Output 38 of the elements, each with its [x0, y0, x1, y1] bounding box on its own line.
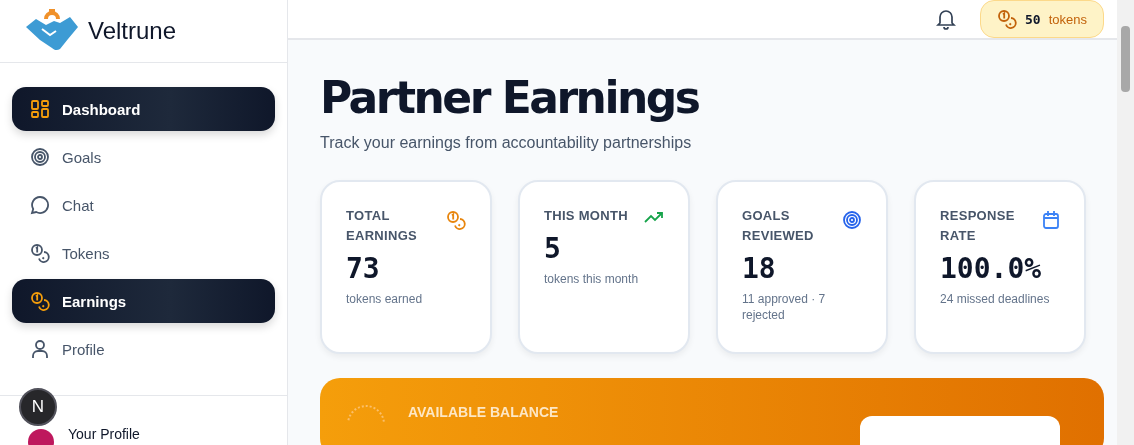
coins-icon	[997, 9, 1018, 29]
stat-label: RESPONSE RATE	[940, 207, 1016, 245]
target-icon	[842, 210, 862, 230]
coins-icon	[446, 210, 466, 230]
user-icon	[30, 339, 50, 359]
balance-label: AVAILABLE BALANCE	[408, 404, 559, 420]
nav-item[interactable]: Earnings	[12, 279, 275, 323]
notification-bell-icon[interactable]	[936, 8, 957, 30]
brand-name: Veltrune	[88, 17, 177, 45]
stat-label: GOALS REVIEWED	[742, 207, 815, 245]
dashboard-icon	[30, 99, 50, 119]
nav-item[interactable]: Profile	[12, 327, 275, 371]
scrollbar[interactable]	[1117, 0, 1134, 445]
dev-indicator-button[interactable]: N	[19, 388, 57, 426]
stat-value: 73	[346, 252, 381, 285]
chat-icon	[30, 195, 50, 215]
nav-item[interactable]: Goals	[12, 135, 275, 179]
page-title: Partner Earnings	[320, 71, 700, 125]
stat-note: 24 missed deadlines	[940, 291, 1051, 307]
stat-value: 100.0%	[940, 252, 1043, 285]
trend-up-icon	[644, 210, 664, 224]
stat-value: 5	[544, 232, 562, 265]
nav-item[interactable]: Tokens	[12, 231, 275, 275]
target-icon	[30, 147, 50, 167]
stat-label: TOTAL EARNINGS	[346, 207, 419, 245]
calendar-icon	[1042, 210, 1060, 230]
stat-note: tokens this month	[544, 271, 640, 287]
nav-item[interactable]: Chat	[12, 183, 275, 227]
page-subtitle: Track your earnings from accountability partnerships	[320, 134, 693, 152]
stat-value: 18	[742, 252, 777, 285]
nav-item[interactable]: Dashboard	[12, 87, 275, 131]
coins-icon	[30, 291, 50, 311]
stat-note: 11 approved · 7 rejected	[742, 291, 827, 323]
token-balance-button[interactable]: 50 tokens	[980, 0, 1104, 38]
stat-note: tokens earned	[346, 291, 424, 307]
coins-icon	[30, 243, 50, 263]
stat-label: THIS MONTH	[544, 207, 629, 225]
profile-label[interactable]: Your Profile	[68, 426, 140, 442]
